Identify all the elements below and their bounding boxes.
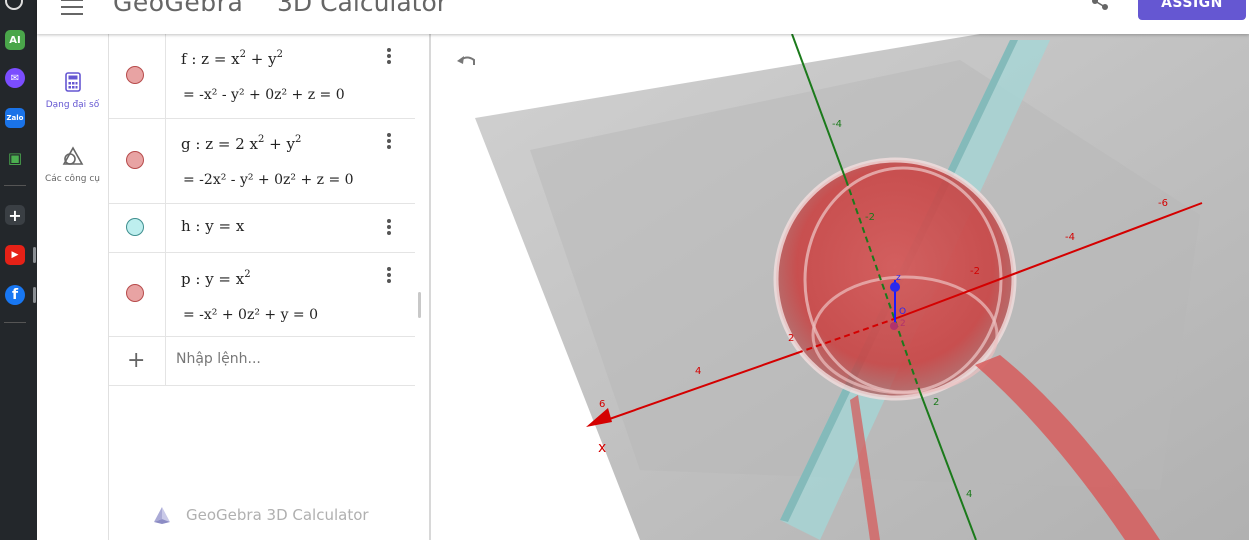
undo-icon[interactable] — [455, 52, 479, 72]
app-title: 3D Calculator — [277, 0, 448, 17]
x-tick-label: -6 — [1158, 198, 1168, 209]
x-tick-label: 6 — [599, 399, 605, 410]
x-tick-label: -2 — [970, 266, 980, 277]
app-header: GeoGebra 3D Calculator ASSIGN — [37, 0, 1249, 34]
share-icon[interactable] — [1090, 0, 1110, 11]
graphics-3d-canvas[interactable]: x 6 4 2 -2 -4 -6 -4 -2 2 4 z O 2 — [0, 0, 1249, 540]
x-tick-label: -4 — [1065, 232, 1075, 243]
point-label: O — [899, 307, 906, 317]
x-tick-label: 2 — [788, 333, 794, 344]
point-label: 2 — [900, 319, 906, 329]
geogebra-logo: GeoGebra — [113, 0, 244, 17]
y-tick-label: -4 — [832, 119, 842, 130]
y-tick-label: 4 — [966, 489, 972, 500]
x-axis-label: x — [598, 440, 606, 456]
y-tick-label: 2 — [933, 397, 939, 408]
y-tick-label: -2 — [865, 212, 875, 223]
assign-button[interactable]: ASSIGN — [1138, 0, 1246, 20]
point-label: z — [896, 273, 901, 283]
surface-f-sphere — [773, 157, 1017, 401]
x-tick-label: 4 — [695, 366, 701, 377]
hamburger-menu-icon[interactable] — [61, 0, 83, 15]
